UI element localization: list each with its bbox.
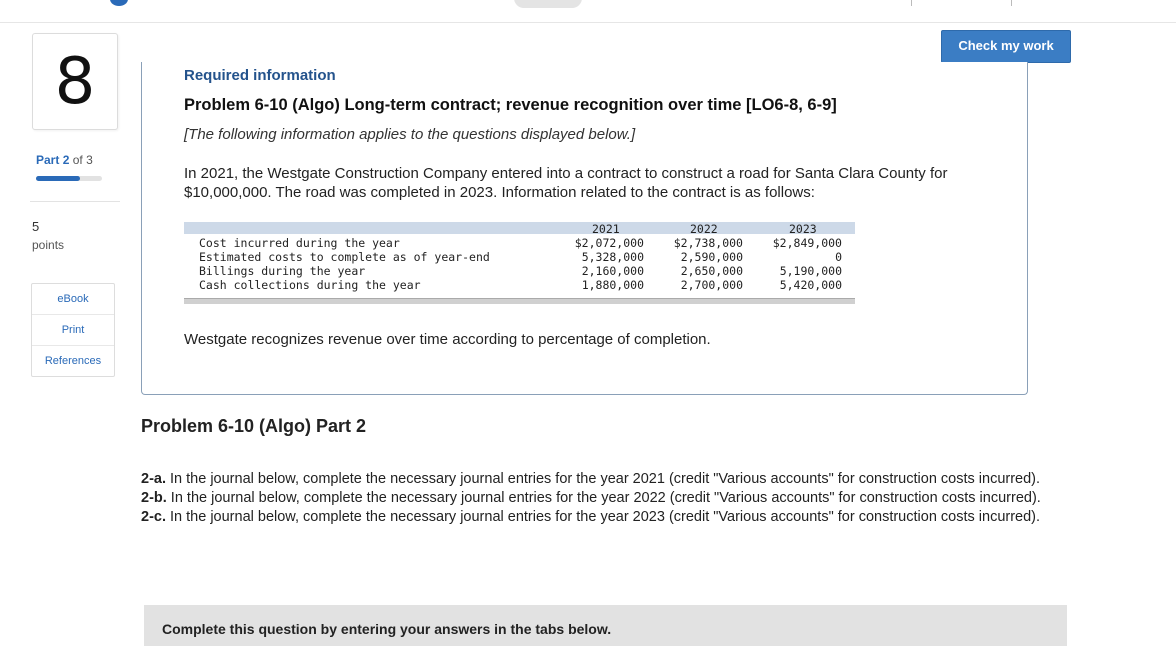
problem-title: Problem 6-10 (Algo) Long-term contract; …: [184, 96, 837, 114]
ebook-link[interactable]: eBook: [32, 284, 114, 315]
instruction-text: In the journal below, complete the neces…: [166, 509, 1041, 525]
references-link[interactable]: References: [32, 346, 114, 376]
instruction-2b: 2-b. In the journal below, complete the …: [141, 489, 1061, 508]
table-cell: 5,190,000: [779, 264, 842, 278]
complete-question-text: Complete this question by entering your …: [162, 621, 612, 637]
instruction-label: 2-a.: [141, 471, 166, 487]
print-link[interactable]: Print: [32, 315, 114, 346]
part2-title: Problem 6-10 (Algo) Part 2: [141, 416, 367, 436]
instruction-text: In the journal below, complete the neces…: [166, 490, 1041, 506]
check-my-work-button[interactable]: Check my work: [941, 30, 1071, 63]
table-cell: $2,738,000: [673, 236, 743, 250]
table-cell: 1,880,000: [581, 278, 644, 292]
instruction-2c: 2-c. In the journal below, complete the …: [141, 508, 1061, 527]
instruction-label: 2-b.: [141, 490, 167, 506]
year-header: 2023: [789, 222, 817, 236]
required-information-heading: Required information: [184, 67, 336, 84]
part-progress-bar: [36, 176, 102, 181]
complete-question-banner: Complete this question by entering your …: [144, 605, 1067, 646]
points-value: 5: [32, 219, 40, 234]
problem-intro: In 2021, the Westgate Construction Compa…: [184, 165, 948, 201]
row-label: Cost incurred during the year: [199, 236, 400, 250]
part-indicator: Part 2 of 3: [36, 153, 93, 167]
part-of-word: of: [72, 153, 83, 167]
sidebar-divider: [30, 201, 120, 202]
table-cell: 2,700,000: [680, 278, 743, 292]
nav-pill[interactable]: [514, 0, 582, 8]
instruction-label: 2-c.: [141, 509, 166, 525]
instruction-text: In the journal below, complete the neces…: [166, 471, 1041, 487]
row-label: Cash collections during the year: [199, 278, 421, 292]
table-cell: $2,849,000: [772, 236, 842, 250]
row-label: Estimated costs to complete as of year-e…: [199, 250, 490, 264]
resource-links: eBook Print References: [31, 283, 115, 377]
part-progress-fill: [36, 176, 81, 181]
part-total: 3: [86, 153, 93, 167]
table-cell: $2,072,000: [574, 236, 644, 250]
table-scrollbar[interactable]: [184, 298, 855, 304]
table-header-band: [184, 222, 855, 234]
table-cell: 5,328,000: [581, 250, 644, 264]
row-label: Billings during the year: [199, 264, 366, 278]
part-current: 2: [62, 153, 70, 167]
points-label: points: [32, 238, 65, 252]
year-header: 2022: [690, 222, 718, 236]
table-cell: 2,160,000: [581, 264, 644, 278]
year-header: 2021: [592, 222, 620, 236]
nav-divider: [911, 0, 912, 6]
nav-divider: [1011, 0, 1012, 6]
table-cell: 0: [835, 250, 842, 264]
part-word: Part: [36, 153, 60, 167]
revenue-recognition-note: Westgate recognizes revenue over time ac…: [184, 331, 711, 348]
instruction-2a: 2-a. In the journal below, complete the …: [141, 470, 1061, 489]
question-number: 8: [32, 33, 118, 130]
table-cell: 2,590,000: [680, 250, 743, 264]
applies-note: [The following information applies to th…: [184, 126, 636, 143]
part2-instructions: 2-a. In the journal below, complete the …: [141, 470, 1061, 527]
table-cell: 5,420,000: [779, 278, 842, 292]
help-icon[interactable]: [110, 0, 128, 6]
table-cell: 2,650,000: [680, 264, 743, 278]
top-nav-bar: [0, 0, 1176, 23]
